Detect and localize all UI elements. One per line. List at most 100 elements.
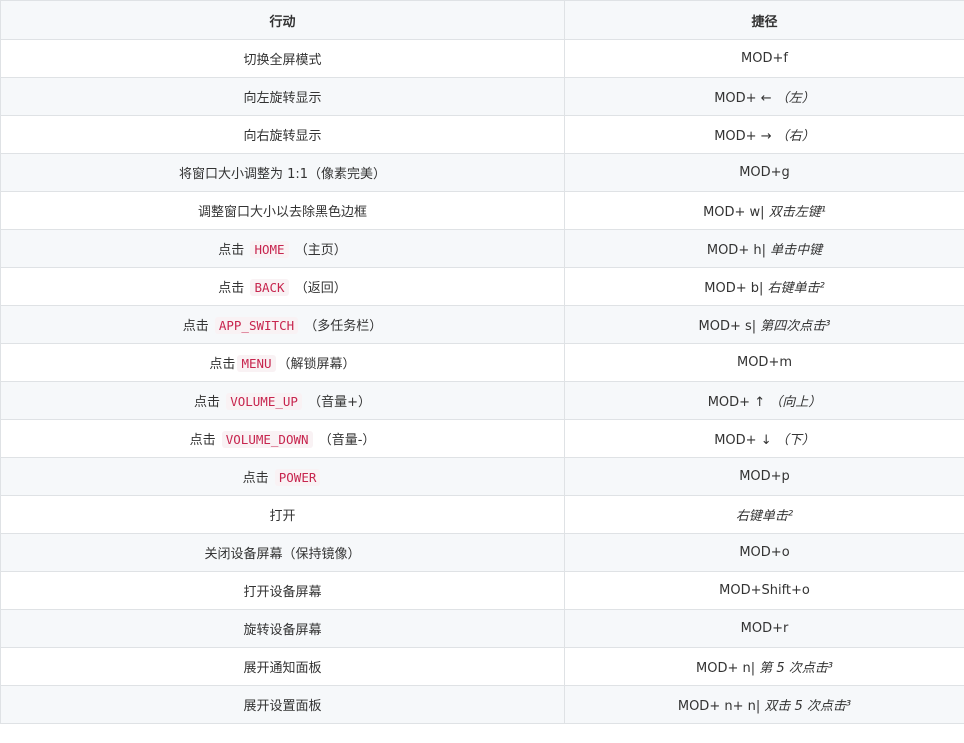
shortcut-cell: MOD+ ↓ （下） <box>564 419 964 458</box>
shortcut-cell: MOD+ n| 第 5 次点击³ <box>564 647 964 686</box>
keycode: POWER <box>274 469 321 486</box>
action-text: 点击 <box>218 281 245 296</box>
shortcut-cell: MOD+ ↑ （向上） <box>564 381 964 420</box>
shortcut-note: （下） <box>775 433 815 448</box>
action-suffix: （主页） <box>294 243 347 258</box>
action-text: 点击 <box>189 433 216 448</box>
table-row: 点击 MENU （解锁屏幕） MOD+m <box>0 343 964 382</box>
action-text: 切换全屏模式 <box>243 53 322 68</box>
action-cell: 旋转设备屏幕 <box>0 609 565 648</box>
action-text: 向右旋转显示 <box>243 129 322 144</box>
shortcut-text: MOD+ b| <box>704 281 764 296</box>
shortcut-note: 第四次点击³ <box>760 319 831 334</box>
action-cell: 点击 POWER <box>0 457 565 496</box>
table-row: 点击 VOLUME_DOWN （音量-） MOD+ ↓ （下） <box>0 419 964 458</box>
shortcut-cell: MOD+Shift+o <box>564 571 964 610</box>
shortcuts-table: 行动 捷径 切换全屏模式 MOD+f 向左旋转显示 MOD+ ← （左） 向右旋… <box>0 0 964 724</box>
shortcut-cell: MOD+ b| 右键单击² <box>564 267 964 306</box>
action-cell: 关闭设备屏幕（保持镜像） <box>0 533 565 572</box>
header-action: 行动 <box>0 0 565 40</box>
action-cell: 切换全屏模式 <box>0 39 565 78</box>
action-suffix: （解锁屏幕） <box>277 357 356 372</box>
shortcut-cell: MOD+ h| 单击中键 <box>564 229 964 268</box>
shortcut-cell: 右键单击² <box>564 495 964 534</box>
action-cell: 点击 BACK （返回） <box>0 267 565 306</box>
action-cell: 点击 MENU （解锁屏幕） <box>0 343 565 382</box>
shortcut-text: MOD+ w| <box>703 205 765 220</box>
keycode: HOME <box>250 241 289 258</box>
shortcut-cell: MOD+f <box>564 39 964 78</box>
shortcut-note: 双击左键¹ <box>768 205 826 220</box>
table-row: 向右旋转显示 MOD+ → （右） <box>0 115 964 154</box>
shortcut-note: （右） <box>775 129 815 144</box>
table-row: 展开设置面板 MOD+ n+ n| 双击 5 次点击³ <box>0 685 964 724</box>
shortcut-text: MOD+m <box>736 355 792 370</box>
shortcut-text: MOD+ ← <box>714 91 772 106</box>
table-row: 打开设备屏幕 MOD+Shift+o <box>0 571 964 610</box>
table-row: 展开通知面板 MOD+ n| 第 5 次点击³ <box>0 647 964 686</box>
shortcut-note: 双击 5 次点击³ <box>764 699 852 714</box>
action-cell: 打开设备屏幕 <box>0 571 565 610</box>
shortcut-text: MOD+p <box>739 469 790 484</box>
shortcut-cell: MOD+g <box>564 153 964 192</box>
shortcut-note: 右键单击² <box>767 281 825 296</box>
action-text: 打开 <box>269 509 296 524</box>
shortcut-text: MOD+f <box>741 51 788 66</box>
shortcut-text: MOD+ ↑ <box>707 395 766 410</box>
shortcut-note: （向上） <box>769 395 822 410</box>
action-suffix: （音量-） <box>318 433 376 448</box>
shortcut-cell: MOD+ n+ n| 双击 5 次点击³ <box>564 685 964 724</box>
shortcut-text: MOD+ s| <box>698 319 757 334</box>
table-row: 点击 HOME （主页） MOD+ h| 单击中键 <box>0 229 964 268</box>
shortcut-text: MOD+ h| <box>706 243 766 258</box>
shortcut-text: MOD+ → <box>714 129 772 144</box>
action-text: 打开设备屏幕 <box>243 585 322 600</box>
action-text: 关闭设备屏幕（保持镜像） <box>204 547 361 562</box>
shortcut-cell: MOD+ → （右） <box>564 115 964 154</box>
action-cell: 调整窗口大小以去除黑色边框 <box>0 191 565 230</box>
table-row: 点击 VOLUME_UP （音量+） MOD+ ↑ （向上） <box>0 381 964 420</box>
shortcut-text: MOD+ ↓ <box>714 433 772 448</box>
action-cell: 点击 APP_SWITCH （多任务栏） <box>0 305 565 344</box>
action-cell: 展开通知面板 <box>0 647 565 686</box>
shortcut-note: 右键单击² <box>735 509 794 524</box>
table-row: 将窗口大小调整为 1:1（像素完美） MOD+g <box>0 153 964 192</box>
action-cell: 将窗口大小调整为 1:1（像素完美） <box>0 153 565 192</box>
action-text: 点击 <box>218 243 245 258</box>
shortcut-text: MOD+ n| <box>696 661 756 676</box>
action-cell: 点击 VOLUME_DOWN （音量-） <box>0 419 565 458</box>
shortcut-text: MOD+r <box>740 621 789 636</box>
table-row: 点击 POWER MOD+p <box>0 457 964 496</box>
action-text: 展开通知面板 <box>243 661 322 676</box>
action-text: 将窗口大小调整为 1:1（像素完美） <box>178 167 387 182</box>
table-row: 调整窗口大小以去除黑色边框 MOD+ w| 双击左键¹ <box>0 191 964 230</box>
action-cell: 向左旋转显示 <box>0 77 565 116</box>
table-row: 关闭设备屏幕（保持镜像） MOD+o <box>0 533 964 572</box>
table-header: 行动 捷径 <box>0 0 964 40</box>
keycode: APP_SWITCH <box>214 317 299 334</box>
shortcut-note: 第 5 次点击³ <box>759 661 833 676</box>
action-text: 点击 <box>194 395 221 410</box>
table-row: 打开 右键单击² <box>0 495 964 534</box>
shortcut-cell: MOD+ s| 第四次点击³ <box>564 305 964 344</box>
action-text: 点击 <box>209 357 236 372</box>
table-row: 点击 BACK （返回） MOD+ b| 右键单击² <box>0 267 964 306</box>
shortcut-text: MOD+o <box>739 545 790 560</box>
action-cell: 点击 HOME （主页） <box>0 229 565 268</box>
shortcut-cell: MOD+ w| 双击左键¹ <box>564 191 964 230</box>
action-cell: 展开设置面板 <box>0 685 565 724</box>
action-suffix: （多任务栏） <box>304 319 383 334</box>
header-shortcut: 捷径 <box>564 0 964 40</box>
shortcut-text: MOD+g <box>739 165 790 180</box>
action-cell: 点击 VOLUME_UP （音量+） <box>0 381 565 420</box>
action-text: 点击 <box>182 319 209 334</box>
action-suffix: （返回） <box>294 281 347 296</box>
action-text: 向左旋转显示 <box>243 91 322 106</box>
action-text: 点击 <box>242 471 269 486</box>
table-row: 切换全屏模式 MOD+f <box>0 39 964 78</box>
table-row: 旋转设备屏幕 MOD+r <box>0 609 964 648</box>
shortcut-cell: MOD+ ← （左） <box>564 77 964 116</box>
keycode: BACK <box>250 279 289 296</box>
action-text: 旋转设备屏幕 <box>243 623 322 638</box>
shortcut-text: MOD+ n+ n| <box>677 699 761 714</box>
